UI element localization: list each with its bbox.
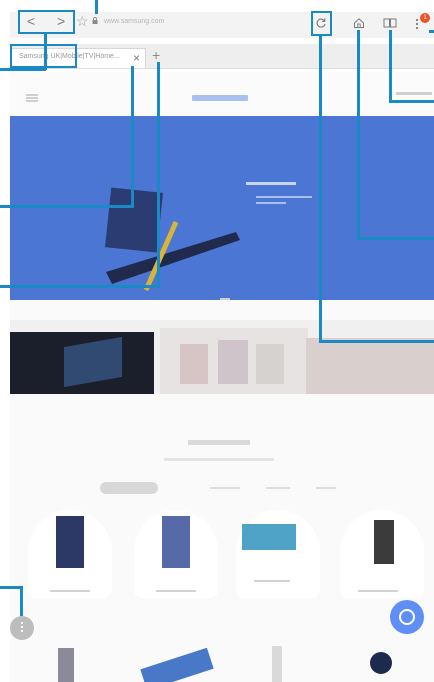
notification-badge: 1 [420, 13, 430, 23]
reload-icon[interactable] [315, 17, 327, 29]
url-text[interactable]: www.samsung.com [104, 18, 164, 25]
more-options-icon[interactable] [10, 616, 34, 640]
callout-line [357, 30, 360, 240]
web-page [10, 72, 434, 682]
bookmarks-icon[interactable] [383, 17, 397, 29]
callout-line [319, 340, 434, 343]
callout-line [0, 205, 133, 208]
promo-image-2-card [218, 340, 248, 384]
chat-icon-glyph [399, 609, 415, 625]
product-image[interactable] [140, 647, 214, 682]
callout-line [0, 68, 46, 71]
callout-line [157, 62, 160, 288]
promo-image-2-card [180, 344, 208, 384]
callout-line [319, 36, 322, 342]
callout-line [20, 586, 23, 616]
site-header [10, 72, 434, 112]
carousel-indicator[interactable] [220, 298, 230, 300]
tab-close-icon[interactable]: × [133, 50, 140, 66]
section-title [188, 440, 250, 445]
filter-tab-active[interactable] [100, 482, 158, 494]
product-image [56, 516, 84, 568]
product-label [254, 580, 290, 582]
product-image [162, 516, 190, 568]
callout-line [389, 30, 392, 102]
callout-line [131, 66, 134, 208]
home-icon[interactable] [353, 17, 365, 29]
callout-line [429, 30, 434, 33]
product-image[interactable] [272, 646, 282, 682]
product-label [50, 590, 90, 592]
product-image [374, 520, 394, 564]
more-options-dots [21, 622, 23, 624]
nav-buttons-highlight [18, 10, 75, 34]
promo-image-3[interactable] [306, 338, 434, 394]
hero-subtext [256, 196, 312, 198]
star-icon[interactable]: ☆ [76, 14, 89, 28]
product-image[interactable] [58, 648, 74, 682]
callout-line [95, 0, 98, 14]
callout-line [44, 33, 47, 70]
promo-image-2-card [256, 344, 284, 384]
filter-tab[interactable] [266, 487, 290, 489]
more-vertical-icon[interactable] [414, 17, 420, 31]
hero-headline [246, 182, 296, 185]
callout-line [357, 237, 434, 240]
callout-line [0, 586, 22, 589]
filter-tab[interactable] [210, 487, 240, 489]
product-label [358, 590, 398, 592]
lock-icon [92, 17, 98, 24]
callout-line [389, 100, 434, 103]
header-link[interactable] [396, 92, 432, 95]
hamburger-icon[interactable] [26, 94, 38, 96]
section-subtitle [164, 458, 274, 461]
product-image[interactable] [370, 652, 392, 674]
site-logo[interactable] [192, 95, 248, 101]
callout-line [0, 285, 159, 288]
product-label [156, 590, 196, 592]
hero-phone-image [105, 187, 240, 292]
product-image [242, 524, 296, 550]
new-tab-button[interactable]: + [152, 48, 160, 62]
hero-subtext-2 [256, 202, 286, 204]
filter-tab[interactable] [316, 487, 336, 489]
